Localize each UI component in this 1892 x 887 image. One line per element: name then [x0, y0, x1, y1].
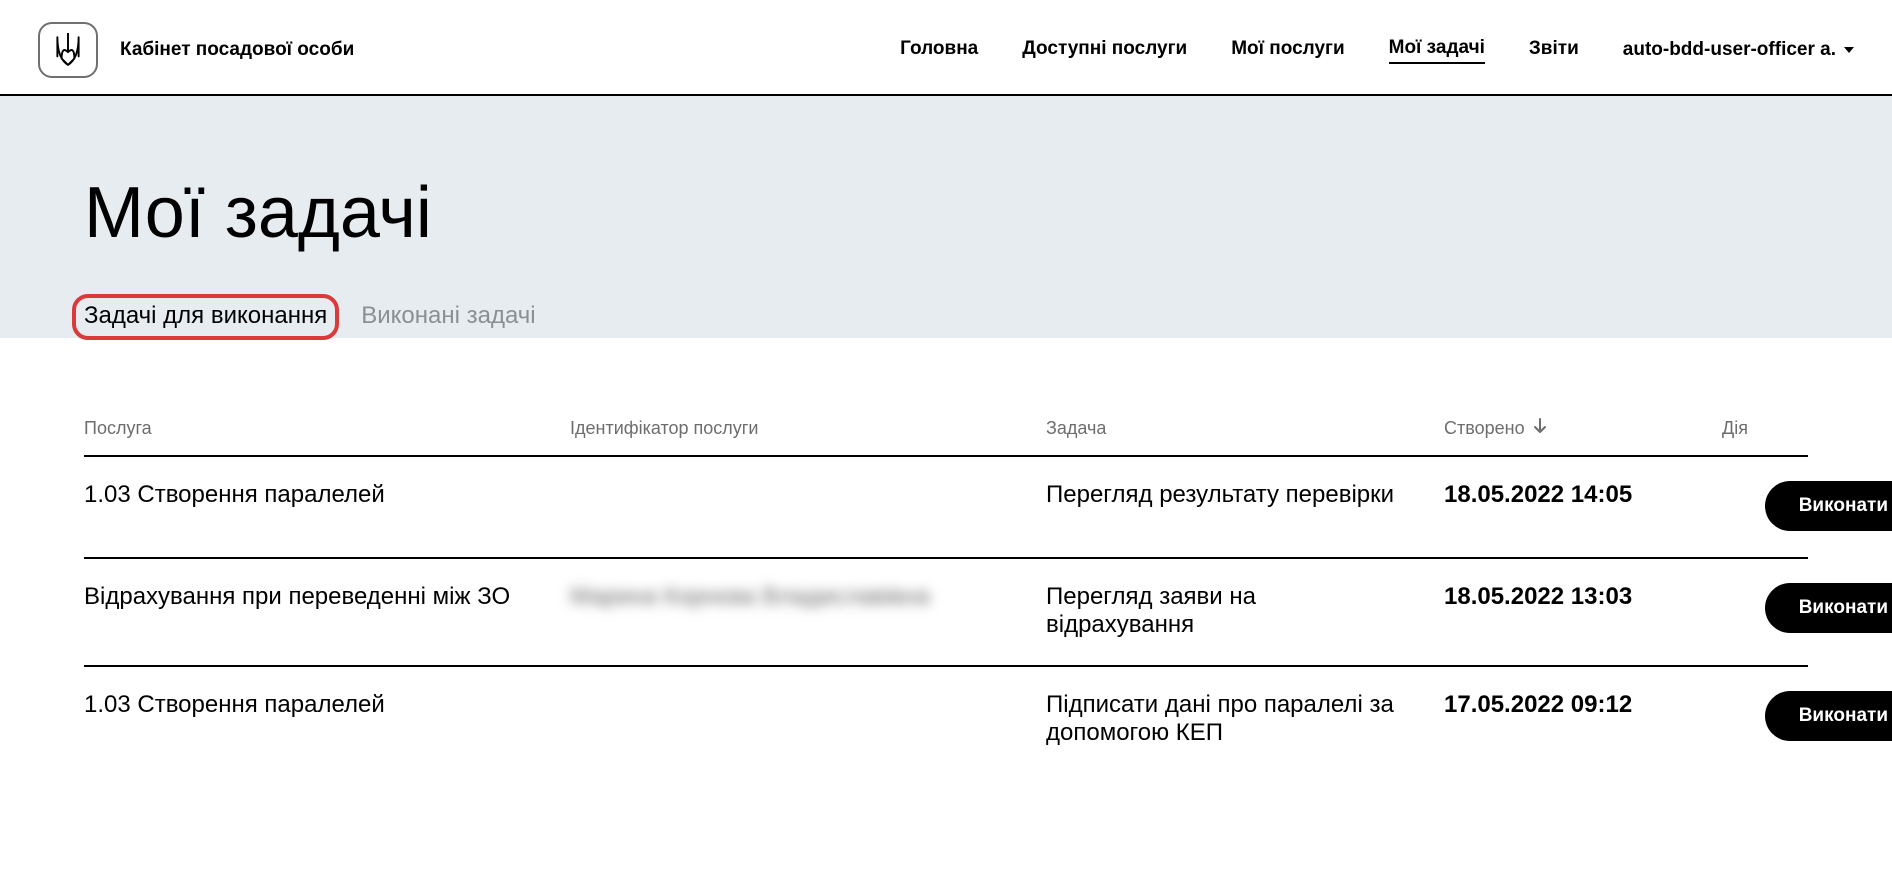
table-row: 1.03 Створення паралелей Підписати дані п… — [84, 667, 1808, 773]
execute-button[interactable]: Виконати — [1765, 583, 1892, 633]
table-row: 1.03 Створення паралелей Перегляд результ… — [84, 457, 1808, 559]
tabs: Задачі для виконання Виконані задачі — [84, 302, 1808, 338]
table-body: 1.03 Створення паралелей Перегляд результ… — [84, 457, 1808, 773]
user-label: auto-bdd-user-officer a. — [1623, 39, 1836, 61]
cell-service: Відрахування при переведенні між ЗО — [84, 583, 570, 611]
cell-created: 18.05.2022 13:03 — [1444, 583, 1722, 611]
trident-icon — [55, 33, 81, 67]
th-id[interactable]: Ідентифікатор послуги — [570, 418, 1046, 439]
cell-service: 1.03 Створення паралелей — [84, 691, 570, 719]
execute-button[interactable]: Виконати — [1765, 481, 1892, 531]
chevron-down-icon — [1844, 47, 1854, 53]
cell-created: 17.05.2022 09:12 — [1444, 691, 1722, 719]
tab-todo[interactable]: Задачі для виконання — [84, 302, 327, 338]
content: Послуга Ідентифікатор послуги Задача Ств… — [0, 338, 1892, 813]
tab-todo-label: Задачі для виконання — [84, 302, 327, 329]
nav-my-services[interactable]: Мої послуги — [1231, 38, 1344, 63]
hero: Мої задачі Задачі для виконання Виконані… — [0, 96, 1892, 338]
th-action: Дія — [1722, 418, 1872, 439]
header: Кабінет посадової особи Головна Доступні… — [0, 8, 1892, 96]
user-menu[interactable]: auto-bdd-user-officer a. — [1623, 39, 1854, 61]
cell-action: Виконати — [1722, 583, 1892, 633]
cell-service: 1.03 Створення паралелей — [84, 481, 570, 509]
cell-task: Підписати дані про паралелі за допомогою… — [1046, 691, 1444, 747]
nav-my-tasks[interactable]: Мої задачі — [1389, 37, 1485, 64]
th-created[interactable]: Створено — [1444, 418, 1722, 439]
nav-available-services[interactable]: Доступні послуги — [1022, 38, 1187, 63]
main-nav: Головна Доступні послуги Мої послуги Мої… — [900, 37, 1854, 64]
th-task[interactable]: Задача — [1046, 418, 1444, 439]
table-header: Послуга Ідентифікатор послуги Задача Ств… — [84, 408, 1808, 457]
tab-done[interactable]: Виконані задачі — [361, 302, 535, 338]
sort-desc-icon — [1533, 418, 1547, 439]
cell-created: 18.05.2022 14:05 — [1444, 481, 1722, 509]
logo[interactable] — [38, 22, 98, 78]
cell-task: Перегляд заяви на відрахування — [1046, 583, 1444, 639]
cell-action: Виконати — [1722, 691, 1892, 741]
cell-action: Виконати — [1722, 481, 1892, 531]
cell-id: Марина Корнєва Владиславівна — [570, 583, 1046, 611]
th-created-label: Створено — [1444, 418, 1525, 439]
page-title: Мої задачі — [84, 172, 1808, 254]
th-service[interactable]: Послуга — [84, 418, 570, 439]
nav-home[interactable]: Головна — [900, 38, 978, 63]
brand-text: Кабінет посадової особи — [120, 39, 354, 61]
table-row: Відрахування при переведенні між ЗОМарин… — [84, 559, 1808, 667]
execute-button[interactable]: Виконати — [1765, 691, 1892, 741]
nav-reports[interactable]: Звіти — [1529, 38, 1579, 63]
cell-task: Перегляд результату перевірки — [1046, 481, 1444, 509]
